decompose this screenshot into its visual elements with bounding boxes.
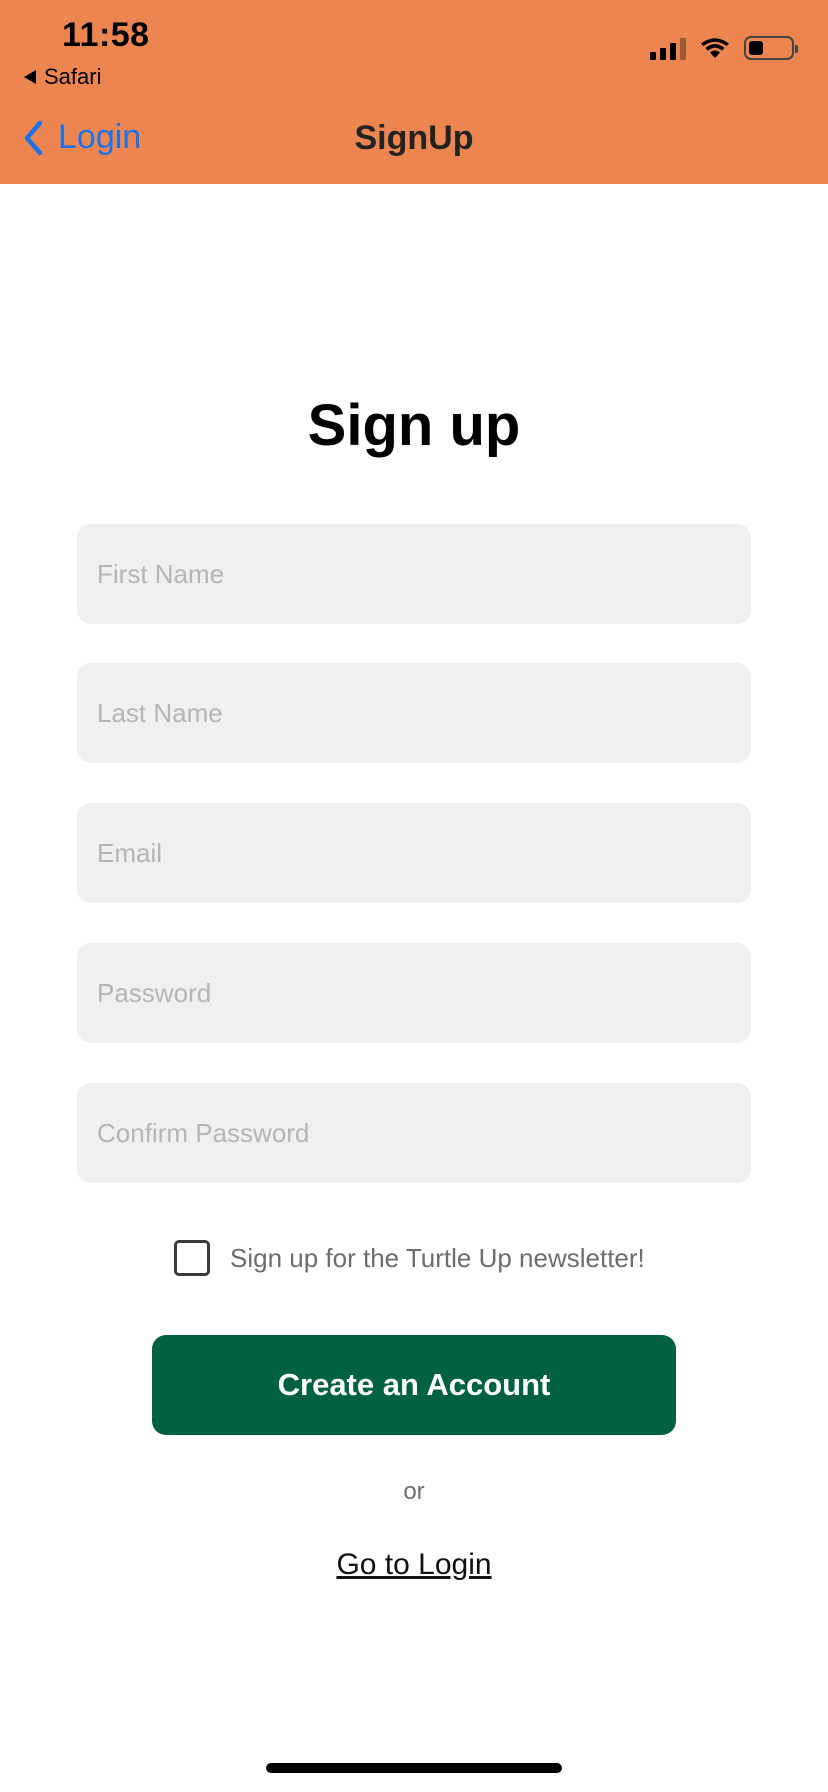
password-input[interactable] — [77, 943, 751, 1043]
header: 11:58 Safari Login SignUp — [0, 0, 828, 184]
back-app-label: Safari — [44, 64, 102, 89]
wifi-icon — [701, 38, 729, 58]
nav-title: SignUp — [354, 119, 474, 157]
confirm-password-input[interactable] — [77, 1083, 751, 1183]
newsletter-checkbox[interactable] — [174, 1240, 210, 1276]
last-name-input[interactable] — [77, 663, 751, 763]
create-account-button[interactable]: Create an Account — [152, 1335, 676, 1435]
battery-icon — [744, 36, 798, 60]
newsletter-option[interactable]: Sign up for the Turtle Up newsletter! — [174, 1240, 645, 1276]
status-icons — [650, 36, 798, 60]
back-triangle-icon — [24, 70, 36, 84]
signup-screen: 11:58 Safari Login SignUp Sign up First … — [0, 0, 828, 1792]
page-title: Sign up — [307, 393, 521, 458]
newsletter-label: Sign up for the Turtle Up newsletter! — [230, 1242, 645, 1273]
email-input[interactable] — [77, 803, 751, 903]
signal-icon — [650, 36, 686, 60]
first-name-input[interactable] — [77, 524, 751, 624]
status-time: 11:58 — [62, 16, 150, 54]
home-indicator — [266, 1763, 562, 1773]
back-to-app[interactable]: Safari — [24, 64, 101, 90]
go-to-login-link[interactable]: Go to Login — [0, 1548, 828, 1582]
or-separator: or — [403, 1478, 425, 1505]
